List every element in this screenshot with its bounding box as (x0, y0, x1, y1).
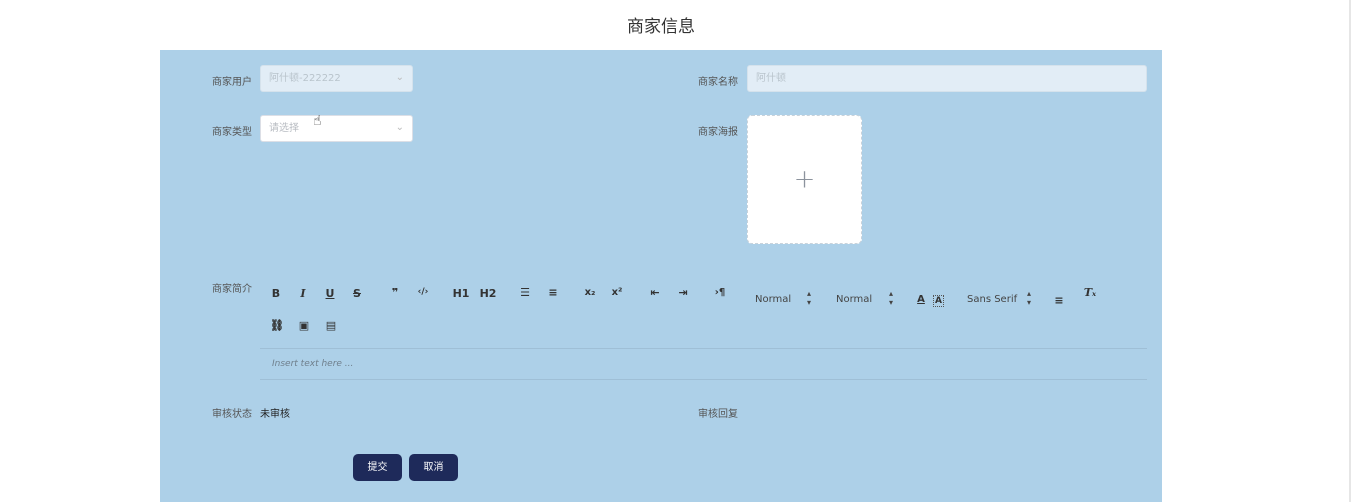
underline-icon[interactable]: U (322, 287, 338, 300)
updown-arrow-icon: ▴ ▾ (889, 289, 894, 307)
image-icon[interactable]: ▣ (296, 319, 312, 332)
header-1-button[interactable]: H1 (452, 287, 470, 300)
header-select-value: Normal (836, 294, 873, 305)
merchant-user-label: 商家用户 (212, 77, 252, 88)
poster-upload-box[interactable]: + (747, 115, 862, 244)
merchant-type-placeholder: 请选择 (269, 123, 299, 134)
link-icon[interactable]: ⛓ (269, 319, 285, 332)
superscript-icon[interactable]: x² (609, 287, 625, 298)
submit-button[interactable]: 提交 (353, 454, 402, 481)
merchant-name-input[interactable]: 阿什顿 (747, 65, 1147, 92)
hand-cursor-icon: ☝ (313, 113, 322, 129)
text-direction-icon[interactable]: ›¶ (712, 287, 728, 298)
chevron-down-icon: ⌄ (395, 72, 404, 83)
header-2-button[interactable]: H2 (479, 287, 497, 300)
font-family-value: Sans Serif (967, 294, 1018, 305)
review-status-label: 审核状态 (212, 409, 252, 420)
editor-bottom-border (260, 379, 1147, 380)
review-status-value: 未审核 (260, 409, 290, 420)
merchant-type-label: 商家类型 (212, 127, 252, 138)
font-color-icon[interactable]: A (913, 294, 929, 305)
merchant-poster-label: 商家海报 (698, 127, 738, 138)
updown-arrow-icon: ▴ ▾ (1027, 289, 1032, 307)
merchant-user-select[interactable]: 阿什顿-222222 ⌄ (260, 65, 413, 92)
video-icon[interactable]: ▤ (323, 319, 339, 332)
review-reply-label: 审核回复 (698, 409, 738, 420)
chevron-down-icon: ⌄ (395, 122, 404, 133)
cancel-button[interactable]: 取消 (409, 454, 458, 481)
editor-divider (260, 348, 1147, 349)
strikethrough-icon[interactable]: S (349, 287, 365, 300)
background-color-icon[interactable]: A (933, 295, 944, 307)
size-select[interactable]: Normal ▴ ▾ (755, 289, 811, 307)
subscript-icon[interactable]: x₂ (582, 287, 598, 298)
bullet-list-icon[interactable]: ≡ (545, 286, 561, 299)
bold-icon[interactable]: B (268, 287, 284, 300)
code-block-icon[interactable]: ‹/› (415, 287, 431, 297)
merchant-type-select[interactable]: 请选择 ⌄ (260, 115, 413, 142)
ordered-list-icon[interactable]: ☰ (517, 286, 533, 299)
blockquote-icon[interactable]: ❞ (387, 286, 403, 299)
outdent-icon[interactable]: ⇤ (647, 286, 663, 299)
merchant-name-label: 商家名称 (698, 77, 738, 88)
size-select-value: Normal (755, 294, 792, 305)
editor-content[interactable]: Insert text here ... (272, 359, 353, 369)
clear-format-icon[interactable]: Tₓ (1082, 286, 1098, 299)
merchant-intro-label: 商家简介 (212, 284, 252, 295)
indent-icon[interactable]: ⇥ (675, 286, 691, 299)
header-select[interactable]: Normal ▴ ▾ (836, 289, 893, 307)
font-family-select[interactable]: Sans Serif ▴ ▾ (967, 289, 1031, 307)
plus-icon: + (793, 163, 816, 194)
updown-arrow-icon: ▴ ▾ (807, 289, 812, 307)
page-title: 商家信息 (627, 17, 695, 37)
merchant-user-value: 阿什顿-222222 (269, 73, 341, 84)
italic-icon[interactable]: I (295, 287, 311, 300)
merchant-name-value: 阿什顿 (756, 73, 786, 84)
align-icon[interactable]: ≡ (1051, 294, 1067, 307)
